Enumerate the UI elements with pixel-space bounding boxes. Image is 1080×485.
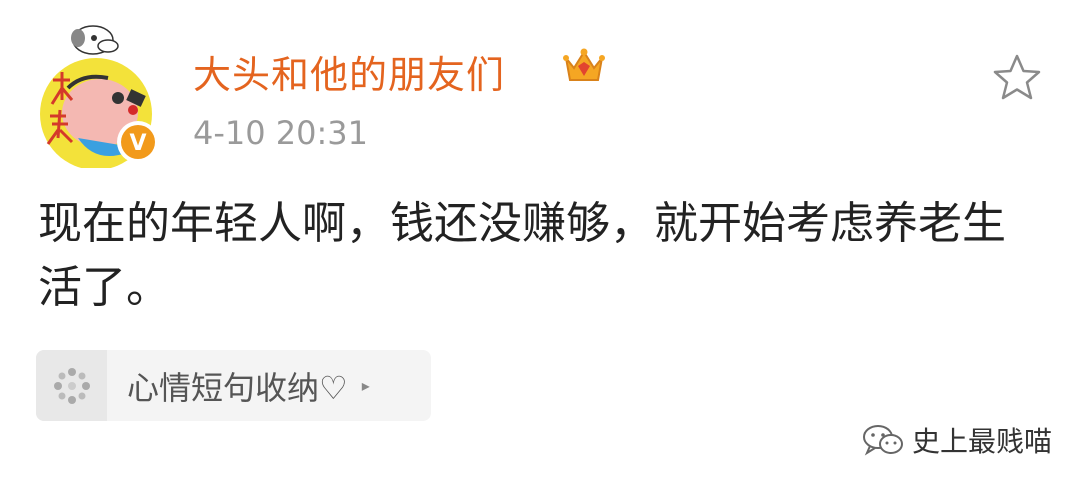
avatar-illustration: V [40, 25, 159, 170]
username[interactable]: 大头和他的朋友们 [193, 44, 505, 99]
topic-chip[interactable]: 心情短句收纳♡ ▸ [36, 350, 431, 421]
chevron-right-icon: ▸ [361, 376, 370, 395]
sparkle-dots-icon [53, 367, 90, 404]
crown-icon [562, 44, 606, 92]
watermark-label: 史上最贱喵 [912, 425, 1053, 458]
watermark: 史上最贱喵 [862, 420, 1052, 460]
svg-text:V: V [129, 131, 146, 156]
post-timestamp: 4-10 20:31 [193, 114, 369, 152]
avatar[interactable]: V [38, 18, 168, 170]
topic-label: 心情短句收纳♡ [127, 368, 348, 407]
pug-sticker-icon [71, 25, 119, 55]
wechat-chat-icon [863, 425, 903, 456]
post-body-text: 现在的年轻人啊，钱还没赚够，就开始考虑养老生活了。 [38, 198, 1006, 313]
star-outline-icon[interactable] [991, 52, 1043, 108]
topic-icon-box [36, 350, 107, 421]
weibo-post-card: V 大头和他的朋友们 4-10 20:31 现在的年轻人啊，钱还没赚够，就开始考… [0, 0, 1080, 485]
